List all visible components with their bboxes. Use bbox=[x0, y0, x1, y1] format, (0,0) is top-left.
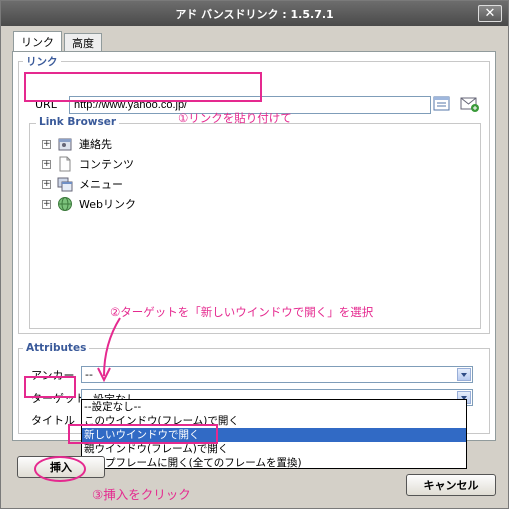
arrow-icon bbox=[97, 317, 121, 383]
tree-label: Webリンク bbox=[79, 198, 136, 211]
tree-item-contacts[interactable]: + 連絡先 bbox=[42, 136, 112, 152]
annotation-step1: ①リンクを貼り付けて bbox=[178, 111, 292, 125]
title-bar: アド バンスドリンク : 1.5.7.1 ✕ bbox=[1, 1, 508, 26]
option-highlight bbox=[68, 424, 218, 444]
email-link-icon[interactable] bbox=[460, 95, 480, 113]
tree-label: 連絡先 bbox=[79, 138, 112, 151]
annotation-step2: ②ターゲットを「新しいウインドウで開く」を選択 bbox=[110, 305, 374, 319]
tab-advanced[interactable]: 高度 bbox=[64, 33, 102, 51]
tree-item-weblinks[interactable]: + Webリンク bbox=[42, 196, 136, 212]
link-legend: リンク bbox=[26, 56, 58, 68]
file-browser-icon[interactable] bbox=[432, 95, 452, 113]
target-option[interactable]: トップフレームに開く(全てのフレームを置換) bbox=[82, 456, 466, 470]
insert-highlight bbox=[34, 456, 86, 482]
tree-label: コンテンツ bbox=[79, 158, 134, 171]
tree-item-menu[interactable]: + メニュー bbox=[42, 176, 123, 192]
globe-icon bbox=[58, 197, 72, 211]
expand-icon[interactable]: + bbox=[42, 139, 51, 149]
cancel-label: キャンセル bbox=[423, 479, 479, 492]
close-button[interactable]: ✕ bbox=[478, 5, 502, 22]
tab-bar: リンク 高度 bbox=[13, 31, 104, 51]
tab-link[interactable]: リンク bbox=[13, 31, 62, 51]
link-browser-title: Link Browser bbox=[36, 116, 120, 128]
target-label-highlight bbox=[24, 376, 76, 398]
url-highlight-box bbox=[24, 72, 262, 102]
expand-icon[interactable]: + bbox=[42, 199, 51, 209]
tree-item-content[interactable]: + コンテンツ bbox=[42, 156, 134, 172]
chevron-down-icon[interactable] bbox=[457, 368, 471, 381]
anchor-select[interactable]: -- bbox=[81, 366, 473, 383]
annotation-step3: ③挿入をクリック bbox=[92, 487, 191, 502]
cancel-button[interactable]: キャンセル bbox=[406, 474, 496, 496]
expand-icon[interactable]: + bbox=[42, 159, 51, 169]
link-browser: Link Browser + 連絡先 + コンテンツ + メニュー + Webリ… bbox=[29, 116, 481, 329]
target-option[interactable]: --設定なし-- bbox=[82, 400, 466, 414]
expand-icon[interactable]: + bbox=[42, 179, 51, 189]
tree-label: メニュー bbox=[79, 178, 123, 191]
attributes-legend: Attributes bbox=[26, 342, 87, 354]
close-icon: ✕ bbox=[484, 6, 496, 21]
page-icon bbox=[59, 156, 71, 172]
dialog-title: アド バンスドリンク : 1.5.7.1 bbox=[175, 7, 334, 21]
contacts-icon bbox=[58, 138, 72, 151]
target-option[interactable]: 親ウインドウ(フレーム)で開く bbox=[82, 442, 466, 456]
menu-icon bbox=[57, 177, 73, 192]
